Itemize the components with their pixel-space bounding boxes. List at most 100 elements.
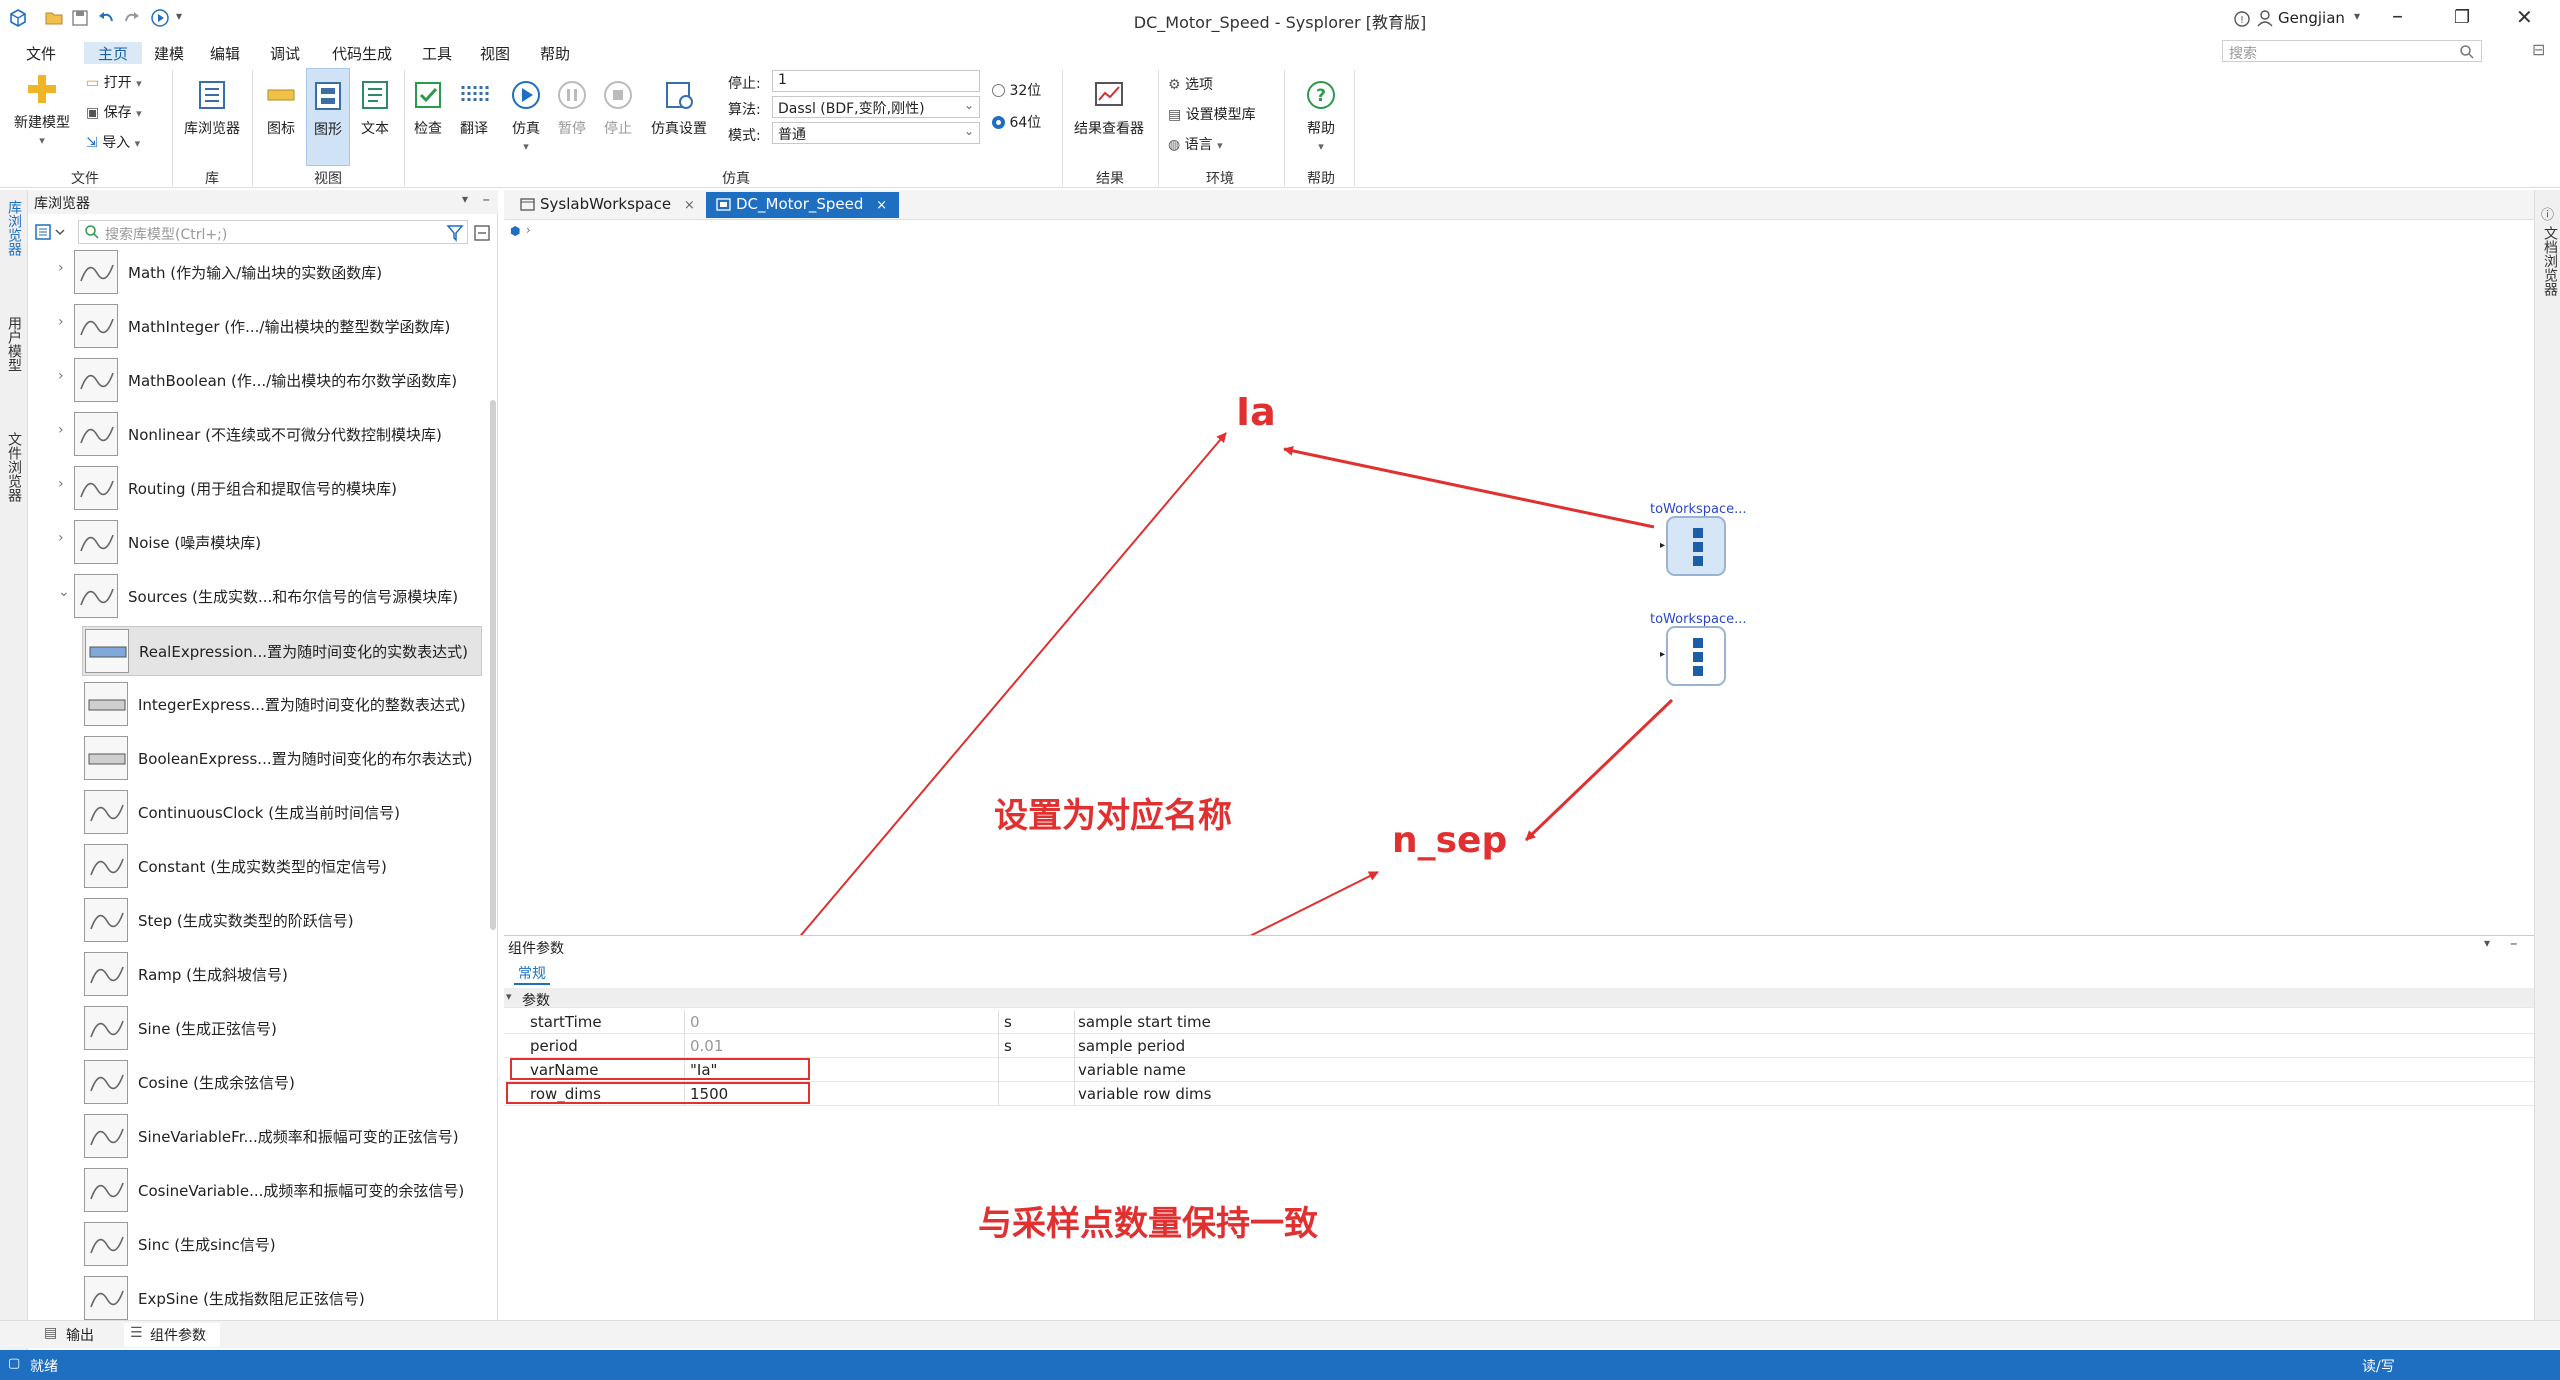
library-group-row[interactable]: › Routing (用于组合和提取信号的模块库) — [38, 464, 478, 514]
tab-dc-motor-speed[interactable]: DC_Motor_Speed × — [706, 192, 900, 218]
chevron-right-icon[interactable]: › — [58, 260, 64, 276]
library-block-row[interactable]: IntegerExpress...置为随时间变化的整数表达式) — [82, 680, 482, 730]
pause-button[interactable]: 暂停 — [552, 78, 592, 138]
filter-icon[interactable] — [446, 223, 468, 243]
library-block-row[interactable]: Sinc (生成sinc信号) — [82, 1220, 482, 1270]
library-block-row[interactable]: RealExpression...置为随时间变化的实数表达式) — [82, 626, 482, 676]
library-block-row[interactable]: Ramp (生成斜坡信号) — [82, 950, 482, 1000]
close-tab-icon[interactable]: × — [684, 198, 695, 213]
translate-button[interactable]: 翻译 — [452, 78, 496, 138]
library-group-row[interactable]: › Math (作为输入/输出块的实数函数库) — [38, 248, 478, 298]
library-group-row[interactable]: ⌄ Sources (生成实数...和布尔信号的信号源模块库) — [38, 572, 478, 622]
stop-button[interactable]: 停止 — [598, 78, 638, 138]
set-model-lib-button[interactable]: ▤ 设置模型库 — [1168, 104, 1256, 124]
icon-view-button[interactable]: 图标 — [258, 78, 304, 138]
library-block-row[interactable]: SineVariableFr...成频率和振幅可变的正弦信号) — [82, 1112, 482, 1162]
param-value-input[interactable]: 0.01 — [690, 1037, 723, 1055]
params-tab-general[interactable]: 常规 — [514, 963, 550, 985]
mode-select[interactable]: 普通 ⌄ — [772, 122, 980, 144]
bottom-tab-output[interactable]: ▤ 输出 — [40, 1325, 94, 1345]
menu-codegen[interactable]: 代码生成 — [326, 42, 398, 65]
library-block-row[interactable]: Constant (生成实数类型的恒定信号) — [82, 842, 482, 892]
menu-help[interactable]: 帮助 — [534, 42, 576, 65]
tab-syslab-workspace[interactable]: SyslabWorkspace × — [510, 192, 707, 218]
open-button[interactable]: ▭ 打开 ▾ — [86, 72, 142, 92]
param-value-input[interactable]: 0 — [690, 1013, 700, 1031]
minimize-icon[interactable]: – — [2392, 4, 2403, 29]
ribbon-pin-icon[interactable]: ⊟ — [2532, 40, 2545, 59]
menu-debug[interactable]: 调试 — [264, 42, 306, 65]
side-tab-user-models[interactable]: 用户模型 — [4, 316, 24, 372]
library-block-row[interactable]: ExpSine (生成指数阻尼正弦信号) — [82, 1274, 482, 1324]
user-icon[interactable] — [2256, 9, 2274, 27]
panel-menu-icon[interactable]: ▾ — [2484, 936, 2490, 950]
block-dot — [1693, 528, 1703, 538]
library-block-row[interactable]: Cosine (生成余弦信号) — [82, 1058, 482, 1108]
doc-browser-icon[interactable]: ⓘ — [2541, 204, 2554, 223]
chevron-right-icon[interactable]: › — [58, 476, 64, 492]
help-button[interactable]: ? 帮助 ▾ — [1292, 78, 1350, 154]
library-block-row[interactable]: BooleanExpress...置为随时间变化的布尔表达式) — [82, 734, 482, 784]
menu-file[interactable]: 文件 — [20, 42, 62, 65]
menu-edit[interactable]: 编辑 — [204, 42, 246, 65]
library-item-label: Math (作为输入/输出块的实数函数库) — [128, 264, 383, 282]
chevron-down-icon[interactable]: ⌄ — [58, 584, 70, 600]
to-workspace-block-2[interactable] — [1666, 626, 1726, 686]
global-search-input[interactable]: 搜索 — [2222, 40, 2482, 62]
menu-tools[interactable]: 工具 — [416, 42, 458, 65]
chevron-right-icon[interactable]: › — [58, 530, 64, 546]
sim-settings-button[interactable]: 仿真设置 — [644, 78, 714, 138]
side-tab-library-browser[interactable]: 库浏览器 — [4, 200, 24, 256]
menu-view[interactable]: 视图 — [474, 42, 516, 65]
library-block-row[interactable]: Sine (生成正弦信号) — [82, 1004, 482, 1054]
library-group-row[interactable]: › Nonlinear (不连续或不可微分代数控制模块库) — [38, 410, 478, 460]
bottom-tab-params[interactable]: ☰ 组件参数 — [124, 1323, 220, 1347]
side-tab-doc-browser[interactable]: 文档浏览器 — [2540, 226, 2560, 296]
new-model-button[interactable]: 新建模型 ▾ — [8, 72, 76, 148]
options-button[interactable]: ⚙ 选项 — [1168, 74, 1213, 94]
check-button[interactable]: 检查 — [408, 78, 448, 138]
stop-time-input[interactable]: 1 — [772, 70, 980, 92]
menu-modeling[interactable]: 建模 — [148, 42, 190, 65]
user-dropdown-icon[interactable]: ▾ — [2354, 9, 2360, 23]
library-group-row[interactable]: › MathInteger (作.../输出模块的整型数学函数库) — [38, 302, 478, 352]
library-browser-button[interactable]: 库浏览器 — [180, 78, 244, 138]
help-circle-icon[interactable]: ! — [2233, 10, 2251, 28]
library-search-input[interactable]: 搜索库模型(Ctrl+;) — [78, 220, 468, 244]
to-workspace-block-1[interactable] — [1666, 516, 1726, 576]
chevron-right-icon[interactable]: › — [58, 314, 64, 330]
model-canvas[interactable]: ⬢ › toWorkspace... ▸ toWorkspace... ▸ Ia… — [504, 222, 2534, 935]
library-group-row[interactable]: › Noise (噪声模块库) — [38, 518, 478, 568]
library-scrollbar[interactable] — [490, 400, 496, 930]
language-button[interactable]: ◍ 语言 ▾ — [1168, 134, 1223, 154]
side-tab-file-browser[interactable]: 文件浏览器 — [4, 432, 24, 502]
param-row-starttime[interactable]: startTime 0 s sample start time — [504, 1010, 2534, 1034]
user-name[interactable]: Gengjian — [2278, 9, 2345, 27]
library-block-row[interactable]: CosineVariable...成频率和振幅可变的余弦信号) — [82, 1166, 482, 1216]
view-mode-icon[interactable] — [34, 222, 66, 242]
panel-menu-icon[interactable]: ▾ — [462, 192, 468, 206]
graphic-view-button[interactable]: 图形 — [306, 68, 350, 166]
import-button[interactable]: ⇲ 导入 ▾ — [86, 132, 140, 152]
collapse-all-icon[interactable] — [472, 223, 492, 243]
radio-64bit[interactable]: 64位 — [992, 112, 1041, 132]
library-group-row[interactable]: › MathBoolean (作.../输出模块的布尔数学函数库) — [38, 356, 478, 406]
simulate-button[interactable]: 仿真 ▾ — [506, 78, 546, 154]
close-tab-icon[interactable]: × — [876, 198, 887, 213]
save-button[interactable]: ▣ 保存 ▾ — [86, 102, 142, 122]
close-icon[interactable]: ✕ — [2516, 5, 2533, 29]
library-block-row[interactable]: ContinuousClock (生成当前时间信号) — [82, 788, 482, 838]
panel-minimize-icon[interactable]: – — [483, 190, 491, 208]
chevron-right-icon[interactable]: › — [58, 422, 64, 438]
algorithm-select[interactable]: Dassl (BDF,变阶,刚性) ⌄ — [772, 96, 980, 118]
param-row-period[interactable]: period 0.01 s sample period — [504, 1034, 2534, 1058]
params-section-header[interactable]: ▾ 参数 — [504, 988, 2534, 1009]
radio-32bit[interactable]: 32位 — [992, 80, 1041, 100]
text-view-button[interactable]: 文本 — [352, 78, 398, 138]
result-viewer-button[interactable]: 结果查看器 — [1066, 78, 1152, 138]
restore-icon[interactable]: ❐ — [2454, 7, 2470, 28]
chevron-right-icon[interactable]: › — [58, 368, 64, 384]
panel-minimize-icon[interactable]: – — [2510, 934, 2518, 952]
menu-home[interactable]: 主页 — [84, 42, 143, 65]
library-block-row[interactable]: Step (生成实数类型的阶跃信号) — [82, 896, 482, 946]
